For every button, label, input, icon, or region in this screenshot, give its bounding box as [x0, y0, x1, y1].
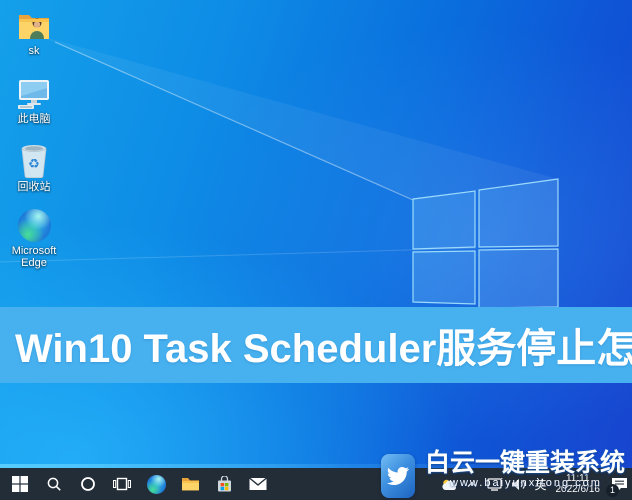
desktop-icon-recycle-bin[interactable]: ♻ 回收站: [2, 144, 66, 193]
user-folder-icon: [17, 10, 51, 42]
headline-text: Win10 Task Scheduler服务停止怎么办: [15, 316, 632, 374]
start-button[interactable]: [8, 470, 32, 498]
headline-banner: Win10 Task Scheduler服务停止怎么办: [0, 307, 632, 383]
action-center-button[interactable]: 1: [608, 470, 630, 498]
edge-taskbar-button[interactable]: [144, 470, 168, 498]
edge-icon: [147, 475, 166, 494]
file-explorer-icon: [181, 476, 200, 492]
weather-tray-button[interactable]: [439, 470, 459, 498]
recycle-symbol: ♻: [28, 157, 40, 170]
desktop-icon-this-pc[interactable]: 此电脑: [2, 76, 66, 125]
desktop-icon-label: 回收站: [2, 181, 66, 193]
display-tray-button[interactable]: [485, 470, 503, 498]
file-explorer-button[interactable]: [178, 470, 202, 498]
clock-time: 11:11: [556, 473, 601, 484]
hidden-icons-button[interactable]: [465, 470, 479, 498]
search-icon: [46, 476, 62, 492]
desktop-icon-edge[interactable]: Microsoft Edge: [2, 208, 66, 269]
weather-cloud-icon: [441, 478, 458, 491]
monitor-icon: [487, 478, 502, 491]
desktop-icon-label: Microsoft Edge: [2, 245, 66, 269]
desktop-icon-label: 此电脑: [2, 113, 66, 125]
store-icon: [216, 476, 233, 493]
task-view-icon: [113, 476, 131, 492]
this-pc-icon: [16, 78, 52, 110]
mail-icon: [249, 477, 267, 491]
speaker-icon: [511, 478, 526, 491]
taskbar: 英 11:11 2022/6/16 1: [0, 468, 632, 500]
cortana-button[interactable]: [76, 470, 100, 498]
taskbar-clock[interactable]: 11:11 2022/6/16: [554, 473, 603, 495]
ime-language-indicator[interactable]: 英: [533, 476, 547, 493]
clock-date: 2022/6/16: [556, 484, 601, 495]
notification-badge: 1: [606, 484, 619, 497]
desktop-icon-label: sk: [2, 45, 66, 57]
volume-tray-button[interactable]: [509, 470, 527, 498]
edge-icon: [18, 209, 51, 242]
search-button[interactable]: [42, 470, 66, 498]
desktop-wallpaper: [0, 0, 632, 468]
windows-logo-artwork: [0, 0, 632, 468]
cortana-icon: [80, 476, 96, 492]
taskbar-left-group: [0, 470, 270, 498]
chevron-up-icon: [467, 481, 477, 488]
windows-desktop: sk 此电脑 ♻ 回收站 Micro: [0, 0, 632, 500]
task-view-button[interactable]: [110, 470, 134, 498]
windows-start-icon: [12, 476, 28, 492]
desktop-icon-user-folder[interactable]: sk: [2, 8, 66, 57]
system-tray: 英 11:11 2022/6/16 1: [439, 468, 630, 500]
microsoft-store-button[interactable]: [212, 470, 236, 498]
mail-button[interactable]: [246, 470, 270, 498]
